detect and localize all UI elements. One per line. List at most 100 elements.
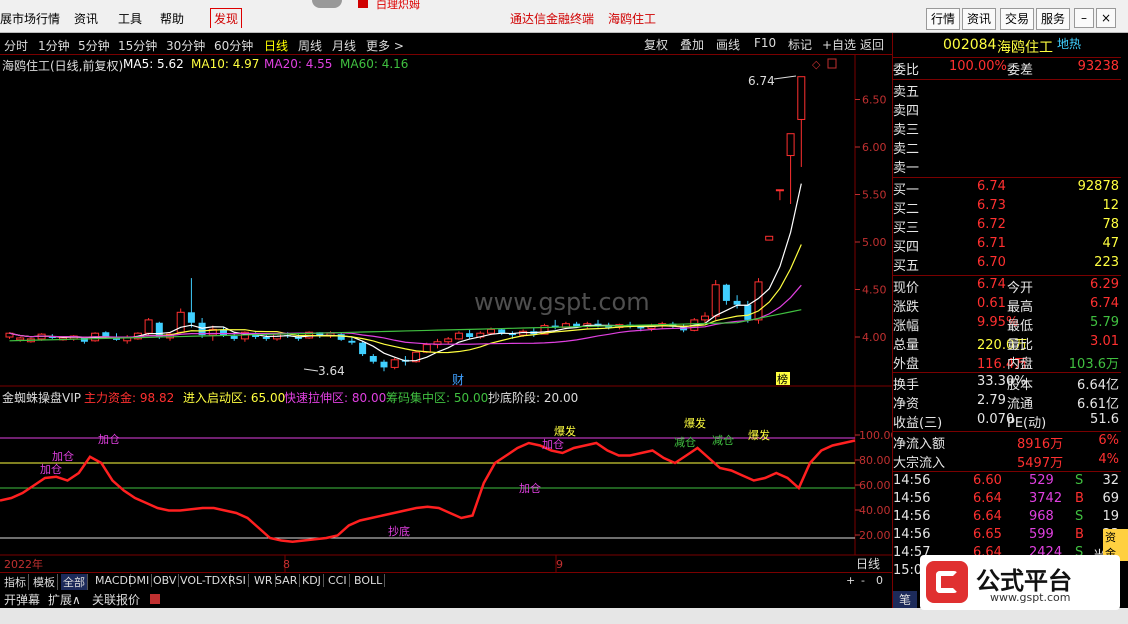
ma10-label: MA10: 4.97: [191, 57, 260, 71]
candle: [16, 337, 25, 341]
bid-label: 买二: [893, 202, 920, 217]
ma5-line: [9, 183, 802, 362]
period-more[interactable]: 更多 >: [366, 37, 404, 54]
danmu-toggle[interactable]: 开弹幕: [4, 591, 40, 608]
candle: [187, 312, 195, 323]
tab-sar[interactable]: SAR: [273, 574, 301, 587]
bid-price: 6.73: [977, 198, 1006, 213]
rank-marker[interactable]: 榜: [777, 372, 788, 386]
promo-stock[interactable]: 海鸥住工: [608, 10, 656, 27]
period-5min[interactable]: 5分钟: [78, 37, 110, 54]
weicha-value: 93238: [1077, 59, 1119, 74]
period-fenshi[interactable]: 分时: [4, 37, 28, 54]
candle: [262, 337, 270, 339]
bid-label: 买五: [893, 259, 920, 274]
bid-price: 6.71: [977, 236, 1006, 251]
quote-button[interactable]: 行情: [926, 8, 960, 30]
ask-label: 卖一: [893, 161, 920, 176]
avatar[interactable]: [312, 0, 342, 8]
price-axis-tick: 4.00: [862, 331, 887, 344]
tab-wr[interactable]: WR: [252, 574, 276, 587]
add-favorite-button[interactable]: +自选: [818, 36, 860, 53]
period-30min[interactable]: 30分钟: [166, 37, 205, 54]
menu-market[interactable]: 展市场行情: [0, 10, 60, 27]
tick-time: 14:56: [893, 509, 931, 524]
finance-marker[interactable]: 财: [452, 373, 464, 387]
ask-label: 卖四: [893, 104, 920, 119]
plus-icon[interactable]: +: [846, 574, 855, 587]
candle: [765, 235, 774, 241]
service-button[interactable]: 服务: [1036, 8, 1070, 30]
indicator-axis-tick: 80.00: [859, 454, 891, 467]
tab-dmi[interactable]: DMI: [126, 574, 153, 587]
period-monthly[interactable]: 月线: [332, 37, 356, 54]
close-icon[interactable]: ×: [1096, 8, 1116, 28]
tab-kdj[interactable]: KDJ: [300, 574, 324, 587]
chart-canvas[interactable]: 6.50 6.00 5.50 5.00 4.50 4.00 100.00 80.00 60.0…: [0, 55, 898, 575]
tab-indicator[interactable]: 指标: [2, 574, 29, 590]
stat-label: 外盘: [893, 357, 920, 372]
tab-rsi[interactable]: RSI: [226, 574, 249, 587]
restore-rights-button[interactable]: 复权: [640, 36, 672, 53]
stock-code: 002084: [943, 37, 997, 53]
tab-all[interactable]: 全部: [61, 574, 88, 590]
reset-icon[interactable]: 0: [876, 574, 883, 587]
tab-obv[interactable]: OBV: [151, 574, 180, 587]
menu-news[interactable]: 资讯: [74, 10, 98, 27]
ask-label: 卖三: [893, 123, 920, 138]
period-1min[interactable]: 1分钟: [38, 37, 70, 54]
bi-tab[interactable]: 笔: [893, 591, 918, 608]
stat-row: 总量 220.0万 量比 3.01: [893, 334, 1121, 353]
stat-label: 量比: [1007, 338, 1034, 353]
f10-button[interactable]: F10: [750, 36, 780, 50]
menu-tools[interactable]: 工具: [118, 10, 142, 27]
expand-toggle[interactable]: 扩展∧: [48, 591, 81, 608]
indicator-axis-tick: 40.00: [859, 504, 891, 517]
tab-boll[interactable]: BOLL: [352, 574, 386, 587]
menu-help[interactable]: 帮助: [160, 10, 184, 27]
ma20-line: [9, 284, 802, 345]
tick-side: B: [1075, 527, 1084, 542]
tab-template[interactable]: 模板: [31, 574, 58, 590]
diamond-icon[interactable]: ◇: [812, 58, 821, 71]
time-label-aug: 8: [283, 558, 290, 571]
flow-row: 大宗流入 5497万 4%: [893, 452, 1121, 471]
tick-time: 15:0: [893, 563, 923, 578]
bottom-strip: [0, 608, 1128, 624]
watermark: www.gspt.com: [474, 288, 650, 316]
stat-label: 净资: [893, 397, 920, 412]
stat-label: PE(动): [1007, 416, 1047, 431]
candle: [797, 76, 806, 120]
period-60min[interactable]: 60分钟: [214, 37, 253, 54]
ask-row: 卖一: [893, 157, 1121, 176]
trade-button[interactable]: 交易: [1000, 8, 1034, 30]
weibi-label: 委比: [893, 63, 920, 78]
mark-button[interactable]: 标记: [784, 36, 816, 53]
signal-label: 减仓: [674, 435, 696, 449]
related-quote[interactable]: 关联报价: [92, 591, 140, 608]
candle: [466, 333, 474, 337]
status-bar: 开弹幕 扩展∧ 关联报价: [0, 590, 892, 608]
stat-row: 净资 2.79 流通 6.61亿: [893, 393, 1121, 412]
window-icon[interactable]: [827, 58, 837, 69]
time-label-sep: 9: [556, 558, 563, 571]
back-button[interactable]: 返回: [856, 36, 888, 53]
tab-vol-tdx[interactable]: VOL-TDX: [178, 574, 231, 587]
minus-icon[interactable]: -: [861, 574, 865, 587]
news-button[interactable]: 资讯: [962, 8, 996, 30]
overlay-button[interactable]: 叠加: [676, 36, 708, 53]
promo-terminal[interactable]: 通达信金融终端: [510, 10, 594, 27]
start-zone-label: 进入启动区: 65.00: [183, 391, 286, 405]
candle: [754, 281, 763, 321]
period-daily[interactable]: 日线: [264, 37, 288, 54]
draw-line-button[interactable]: 画线: [712, 36, 744, 53]
stock-tag[interactable]: 地热: [1057, 35, 1081, 52]
period-weekly[interactable]: 周线: [298, 37, 322, 54]
indicator-name: 金蜘蛛操盘VIP: [2, 391, 81, 405]
candle: [230, 336, 238, 339]
menu-discover[interactable]: 发现: [210, 8, 243, 28]
tab-cci[interactable]: CCI: [326, 574, 350, 587]
period-15min[interactable]: 15分钟: [118, 37, 157, 54]
chart-area[interactable]: 6.50 6.00 5.50 5.00 4.50 4.00 100.00 80.00 60.0…: [0, 55, 898, 575]
minimize-icon[interactable]: –: [1074, 8, 1094, 28]
